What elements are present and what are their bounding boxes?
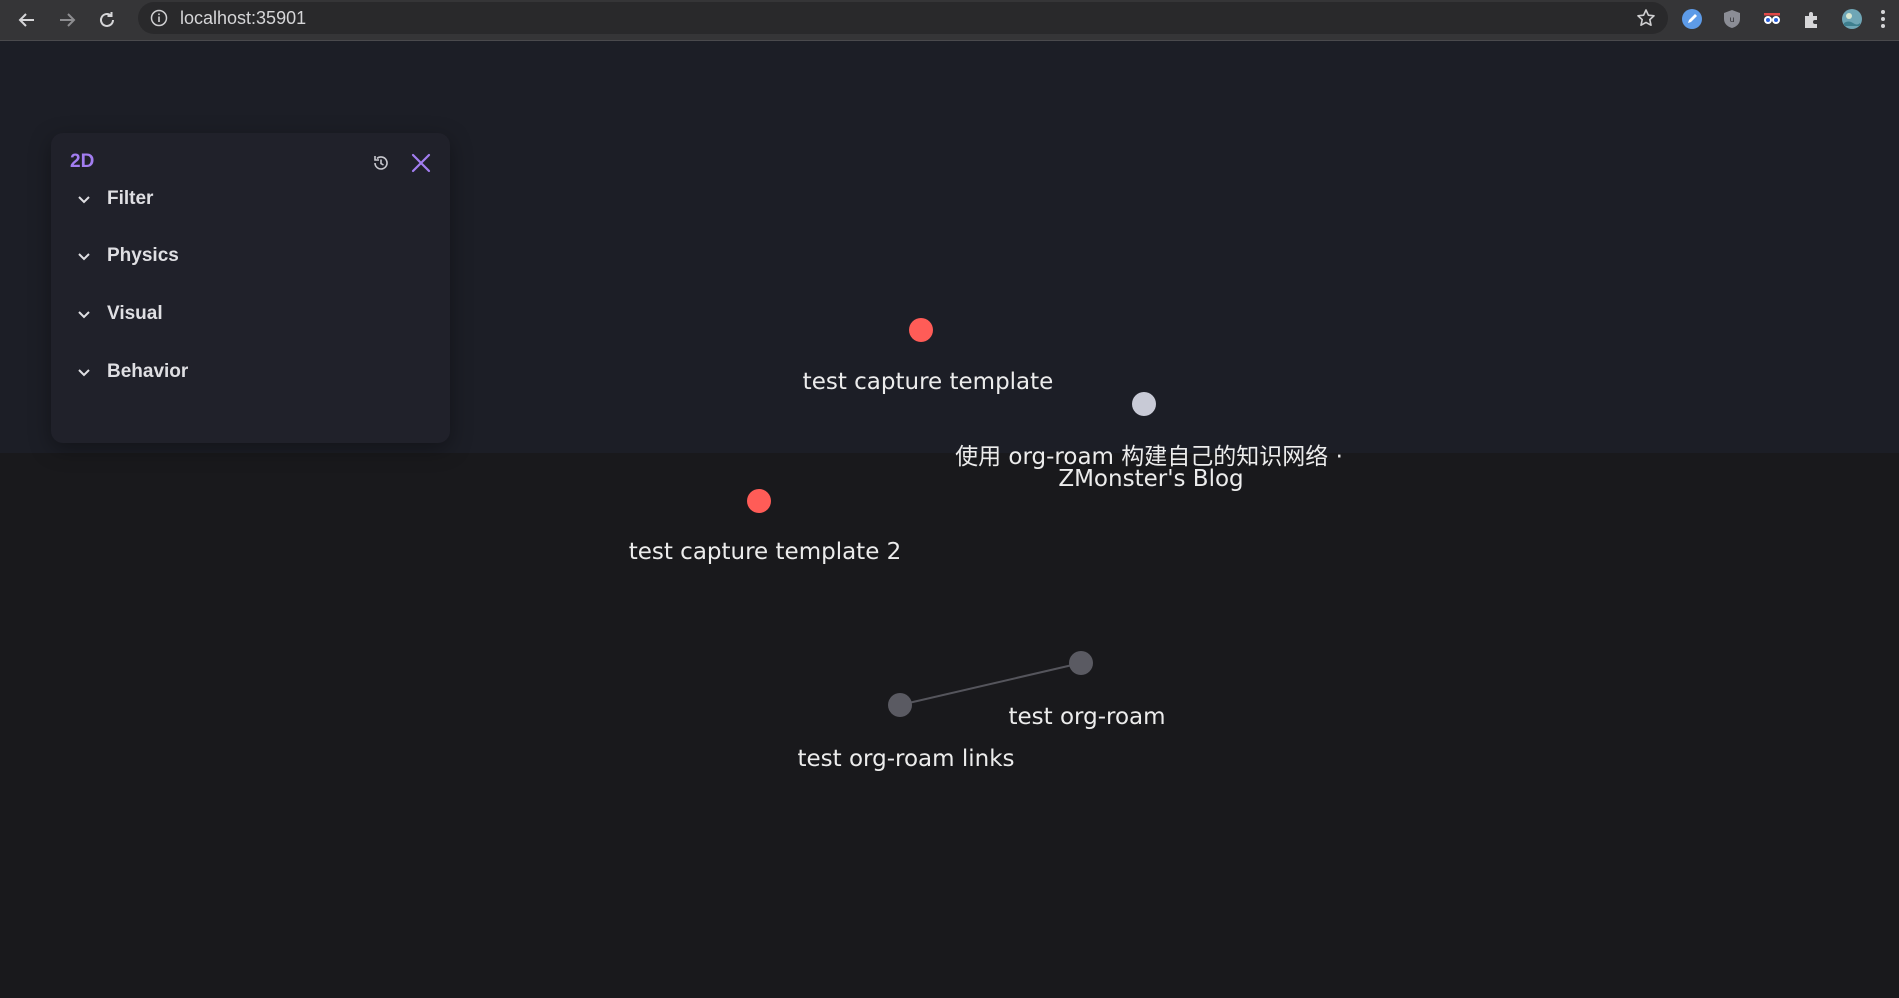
puzzle-extensions-icon [1805,12,1817,28]
node-label[interactable]: test org-roam [1008,706,1165,729]
extensions-button[interactable] [1797,4,1827,34]
browser-menu-button[interactable] [1873,4,1893,34]
node-label[interactable]: test capture template [803,371,1054,394]
section-label: Filter [107,188,154,209]
svg-text:u: u [1729,15,1734,24]
reset-settings-button[interactable] [365,147,397,179]
control-panel: 2D Filter Physics Visual Behavior [51,133,450,443]
history-reset-icon [374,156,388,170]
arrow-right-icon [60,13,76,27]
address-bar[interactable]: localhost:35901 [138,2,1668,34]
reload-icon [100,12,114,27]
chevron-down-icon [78,369,90,377]
section-physics[interactable]: Physics [67,236,433,276]
node-label[interactable]: test org-roam links [798,748,1015,771]
info-icon [150,9,168,27]
chevron-down-icon [78,253,90,261]
graph-node[interactable] [1132,392,1156,416]
eyes-extension-icon [1764,13,1780,24]
section-label: Behavior [107,361,189,382]
back-button[interactable] [10,3,44,37]
panel-title: 2D [70,151,95,172]
shield-extension-icon: u [1724,10,1740,28]
shield-extension-button[interactable]: u [1717,4,1747,34]
arrow-left-icon [18,13,34,27]
close-panel-button[interactable] [405,147,437,179]
edit-extension-button[interactable] [1677,4,1707,34]
profile-avatar-icon [1842,9,1862,29]
section-label: Visual [107,303,163,324]
graph-node[interactable] [909,318,933,342]
chevron-down-icon [78,196,90,204]
node-label[interactable]: 使用 org-roam 构建自己的知识网络 · [955,446,1343,469]
node-label[interactable]: test capture template 2 [629,541,902,564]
section-behavior[interactable]: Behavior [67,352,433,392]
node-label-line-2[interactable]: ZMonster's Blog [1058,468,1243,491]
graph-node[interactable] [888,693,912,717]
close-icon [411,153,431,173]
section-visual[interactable]: Visual [67,294,433,334]
profile-avatar-button[interactable] [1837,4,1867,34]
forward-button[interactable] [50,3,84,37]
bookmark-star-icon[interactable] [1636,8,1656,28]
edit-extension-icon [1682,9,1702,29]
section-filter[interactable]: Filter [67,179,433,219]
graph-canvas[interactable]: test capture template 使用 org-roam 构建自己的知… [0,41,1899,998]
eyes-extension-button[interactable] [1757,4,1787,34]
graph-link [899,662,1082,706]
browser-toolbar: localhost:35901 u [0,0,1899,41]
graph-node[interactable] [1069,651,1093,675]
chevron-down-icon [78,311,90,319]
reload-button[interactable] [90,3,124,37]
graph-node[interactable] [747,489,771,513]
more-vertical-icon [1881,10,1885,28]
url-text[interactable]: localhost:35901 [180,8,306,29]
section-label: Physics [107,245,179,266]
